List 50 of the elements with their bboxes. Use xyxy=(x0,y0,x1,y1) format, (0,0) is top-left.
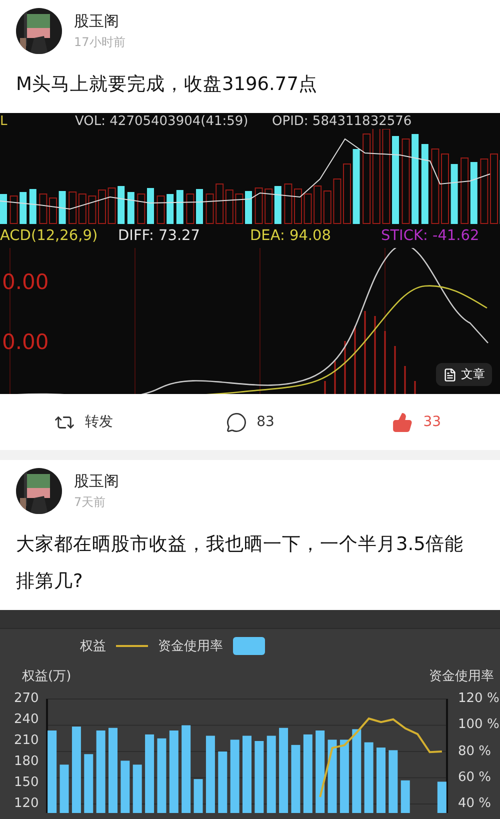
post-text: M头马上就要完成，收盘3196.77点 xyxy=(15,73,318,97)
tick-label: 180 xyxy=(13,755,40,771)
tick-label: 120 xyxy=(13,797,40,813)
tick-label: 120 % xyxy=(457,692,500,708)
legend-label: 资金使用率 xyxy=(158,638,223,655)
tick-label: 240 xyxy=(13,713,40,729)
usage-bar xyxy=(84,754,94,813)
thumbs-up-icon xyxy=(392,412,414,432)
usage-bar xyxy=(194,779,203,813)
usage-bar xyxy=(120,760,130,813)
usage-bar xyxy=(254,741,264,813)
usage-bar xyxy=(437,782,446,813)
usage-bar xyxy=(376,748,386,813)
chart-label: L xyxy=(0,114,8,128)
legend-label: 权益 xyxy=(80,638,106,655)
usage-bar xyxy=(400,780,410,813)
post-time: 17小时前 xyxy=(74,34,126,50)
post-time: 7天前 xyxy=(74,494,107,510)
tick-label: 270 xyxy=(13,692,40,708)
usage-bar xyxy=(388,750,398,813)
chart-label: VOL: 42705403904(41:59) xyxy=(75,114,250,128)
author-name[interactable]: 股玉阁 xyxy=(74,12,126,30)
comment-icon xyxy=(226,412,247,432)
indicator-label: DIFF: 73.27 xyxy=(118,228,202,244)
tick-label: 100 % xyxy=(457,718,500,734)
comment-button[interactable]: 83 xyxy=(166,412,334,432)
axis-title: 权益(万) xyxy=(22,668,72,685)
axis-title: 资金使用率 xyxy=(429,668,494,685)
indicator-label: ACD(12,26,9) xyxy=(0,228,99,244)
usage-bar xyxy=(132,764,142,813)
usage-bar xyxy=(364,742,374,813)
axis-label: 0.00 xyxy=(2,270,49,294)
tick-label: 60 % xyxy=(457,770,492,787)
axis-label: 0.00 xyxy=(2,330,49,354)
like-button[interactable]: 33 xyxy=(333,412,500,432)
indicator-label: STICK: -41.62 xyxy=(381,228,480,244)
tick-label: 40 % xyxy=(457,797,492,813)
post-text: 大家都在晒股市收益，我也晒一下，一个半月3.5倍能排第几? xyxy=(15,533,464,594)
usage-bar xyxy=(218,752,228,813)
share-button[interactable]: 转发 xyxy=(0,412,167,432)
indicator-label: DEA: 94.08 xyxy=(250,228,332,244)
usage-bar xyxy=(291,744,300,813)
usage-bar xyxy=(60,764,69,813)
article-badge[interactable]: 文章 xyxy=(436,363,492,386)
tick-label: 80 % xyxy=(457,744,492,760)
tick-label: 210 xyxy=(13,734,40,750)
author-name[interactable]: 股玉阁 xyxy=(74,472,119,490)
document-icon xyxy=(443,368,457,382)
chart-label: OPID: 584311832576 xyxy=(272,114,413,128)
tick-label: 150 xyxy=(13,776,40,792)
